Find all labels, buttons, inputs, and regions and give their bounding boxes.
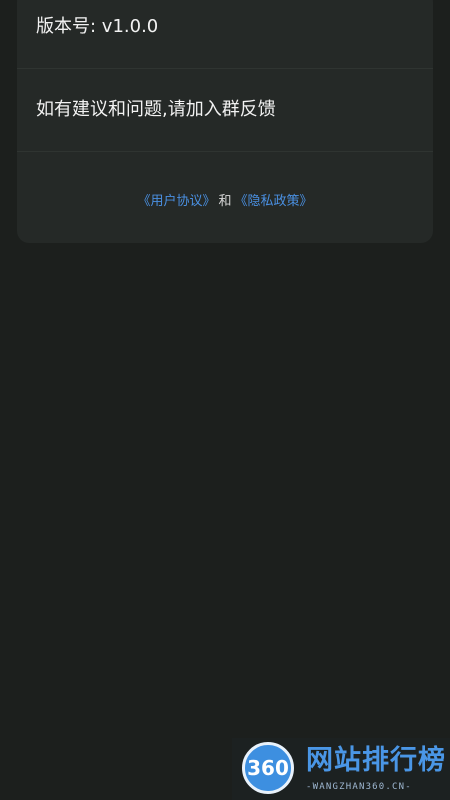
legal-links: 《用户协议》和《隐私政策》 xyxy=(17,194,433,210)
links-conjunction: 和 xyxy=(218,194,232,209)
divider xyxy=(17,68,433,69)
divider xyxy=(17,151,433,152)
watermark: 360 网站排行榜 -WANGZHAN360.CN- xyxy=(232,738,450,800)
watermark-badge-text: 360 xyxy=(247,756,289,780)
feedback-label: 如有建议和问题,请加入群反馈 xyxy=(36,99,276,120)
user-agreement-link[interactable]: 《用户协议》 xyxy=(137,194,215,209)
privacy-policy-link[interactable]: 《隐私政策》 xyxy=(235,194,313,209)
watermark-subtitle: -WANGZHAN360.CN- xyxy=(306,782,412,792)
watermark-logo-icon: 360 xyxy=(242,742,294,794)
version-label: 版本号: v1.0.0 xyxy=(36,16,159,37)
about-card: 版本号: v1.0.0 如有建议和问题,请加入群反馈 《用户协议》和《隐私政策》 xyxy=(17,0,433,243)
watermark-title: 网站排行榜 xyxy=(306,745,446,776)
